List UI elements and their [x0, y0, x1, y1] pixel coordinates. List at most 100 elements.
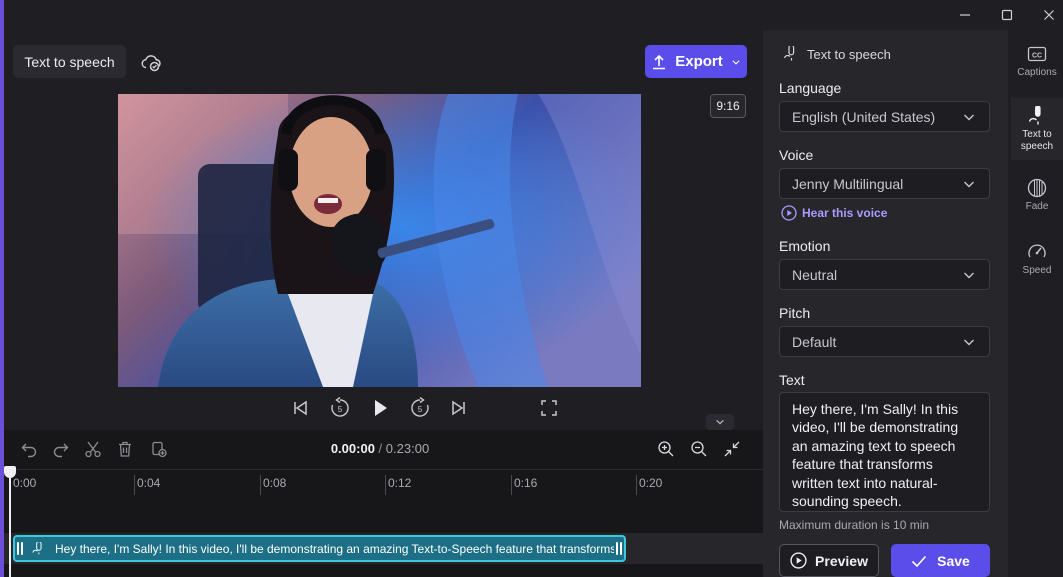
save-button[interactable]: Save	[891, 544, 990, 577]
rail-item-fade[interactable]: Fade	[1011, 170, 1063, 232]
zoom-in-icon	[658, 441, 674, 457]
speech-mic-icon	[1028, 106, 1041, 125]
redo-button[interactable]	[50, 438, 72, 460]
zoom-out-button[interactable]	[688, 438, 710, 460]
clip-trim-handle-right[interactable]	[614, 537, 624, 560]
video-preview[interactable]	[118, 94, 641, 387]
maximize-button[interactable]	[987, 0, 1027, 30]
tts-audio-clip[interactable]: Hey there, I'm Sally! In this video, I'l…	[13, 535, 626, 562]
chevron-down-icon	[964, 181, 974, 188]
pitch-dropdown[interactable]: Default	[779, 326, 990, 357]
undo-icon	[21, 443, 37, 458]
forward-icon: 5	[411, 397, 429, 417]
skip-to-end-button[interactable]	[447, 396, 471, 420]
rail-item-speed[interactable]: Speed	[1011, 234, 1063, 296]
timeline-ruler	[4, 469, 763, 470]
hear-voice-label: Hear this voice	[802, 206, 888, 220]
upload-icon	[653, 54, 666, 69]
emotion-dropdown[interactable]: Neutral	[779, 259, 990, 290]
pitch-value: Default	[792, 333, 837, 350]
ruler-tick: 0:16	[511, 475, 537, 495]
duplicate-button[interactable]	[148, 438, 170, 460]
clip-trim-handle-left[interactable]	[15, 537, 25, 560]
video-frame-image	[118, 94, 641, 387]
clip-label: Hey there, I'm Sally! In this video, I'l…	[55, 541, 614, 556]
panel-title-text: Text to speech	[807, 46, 891, 62]
rail-item-captions[interactable]: CC Captions	[1011, 36, 1063, 98]
chevron-down-icon	[964, 114, 974, 121]
chevron-down-icon	[732, 59, 740, 65]
rail-label-captions: Captions	[1017, 67, 1057, 78]
playhead[interactable]	[9, 470, 11, 577]
pitch-label: Pitch	[779, 305, 811, 321]
scissors-icon	[85, 441, 101, 458]
project-tab[interactable]: Text to speech	[13, 45, 126, 78]
split-button[interactable]	[82, 438, 104, 460]
language-dropdown[interactable]: English (United States)	[779, 101, 990, 132]
zoom-in-button[interactable]	[655, 438, 677, 460]
collapse-timeline-button[interactable]	[706, 414, 734, 430]
export-label: Export	[675, 53, 723, 70]
ruler-tick: 0:20	[636, 475, 662, 495]
speech-mic-icon	[783, 46, 795, 61]
skip-forward-icon	[452, 400, 465, 416]
rail-label-text-to-speech: Text to speech	[1020, 129, 1054, 152]
current-time: 0.00:00	[330, 441, 375, 456]
export-button[interactable]: Export	[645, 45, 747, 78]
chevron-down-icon	[964, 339, 974, 346]
captions-icon: CC	[1027, 46, 1047, 62]
panel-title: Text to speech	[783, 46, 891, 62]
language-value: English (United States)	[792, 108, 936, 125]
maximize-icon	[1001, 9, 1013, 21]
fullscreen-button[interactable]	[537, 396, 561, 420]
aspect-ratio-button[interactable]: 9:16	[710, 94, 746, 118]
ruler-tick: 0:00	[10, 475, 36, 495]
undo-button[interactable]	[18, 438, 40, 460]
emotion-value: Neutral	[792, 266, 838, 283]
close-button[interactable]	[1029, 0, 1063, 30]
rewind-5-button[interactable]: 5	[328, 396, 352, 420]
rail-label-speed: Speed	[1022, 265, 1052, 276]
voice-dropdown[interactable]: Jenny Multilingual	[779, 168, 990, 199]
skip-back-icon	[294, 400, 307, 416]
max-duration-hint: Maximum duration is 10 min	[779, 518, 930, 532]
speech-text-input[interactable]: Hey there, I'm Sally! In this video, I'l…	[779, 392, 990, 512]
rewind-icon: 5	[331, 397, 349, 417]
microphone-icon	[31, 540, 49, 558]
cloud-saved-icon[interactable]	[139, 50, 163, 74]
delete-button[interactable]	[114, 438, 136, 460]
svg-text:5: 5	[338, 405, 343, 414]
chevron-down-icon	[964, 272, 974, 279]
save-label: Save	[937, 552, 970, 569]
play-circle-icon	[790, 552, 807, 569]
preview-label: Preview	[815, 552, 868, 569]
language-label: Language	[779, 80, 842, 96]
play-icon	[375, 400, 387, 416]
hear-voice-link[interactable]: Hear this voice	[781, 205, 887, 221]
emotion-label: Emotion	[779, 238, 831, 254]
time-separator: /	[378, 441, 383, 456]
chevron-down-icon	[716, 419, 724, 425]
ruler-tick: 0:12	[385, 475, 411, 495]
rail-item-text-to-speech[interactable]: Text to speech	[1011, 98, 1063, 160]
rail-label-fade: Fade	[1025, 201, 1049, 212]
speedometer-icon	[1028, 244, 1046, 258]
ruler-tick: 0:08	[260, 475, 286, 495]
fade-icon	[1027, 178, 1047, 198]
total-time: 0.23:00	[385, 441, 430, 456]
play-button[interactable]	[368, 396, 392, 420]
minimize-icon	[960, 14, 970, 16]
title-bar	[4, 0, 1063, 30]
forward-5-button[interactable]: 5	[408, 396, 432, 420]
voice-label: Voice	[779, 147, 814, 163]
svg-text:CC: CC	[1032, 52, 1042, 59]
skip-to-start-button[interactable]	[288, 396, 312, 420]
checkmark-icon	[912, 555, 927, 567]
timecode: 0.00:00 / 0.23:00	[300, 441, 460, 456]
redo-icon	[53, 443, 69, 458]
preview-button[interactable]: Preview	[779, 544, 879, 577]
minimize-button[interactable]	[945, 0, 985, 30]
trash-icon	[119, 441, 131, 457]
fit-timeline-button[interactable]	[721, 438, 743, 460]
voice-value: Jenny Multilingual	[792, 175, 904, 192]
